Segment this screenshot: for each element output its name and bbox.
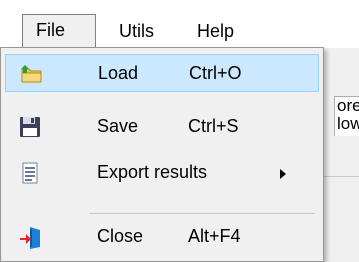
menu-item-export-results-label: Export results bbox=[97, 162, 208, 182]
submenu-arrow-icon bbox=[280, 169, 286, 179]
menu-help[interactable]: Help bbox=[188, 16, 243, 50]
menu-file-label: File bbox=[36, 20, 66, 40]
menu-item-save-label: Save bbox=[97, 116, 139, 136]
menu-item-save[interactable]: Save Ctrl+S bbox=[5, 108, 319, 146]
menu-item-load-shortcut: Ctrl+O bbox=[189, 63, 242, 83]
menu-separator bbox=[89, 213, 315, 214]
background-text-field: ore: low bbox=[334, 96, 359, 136]
exit-door-icon bbox=[19, 226, 41, 249]
menu-item-export-results[interactable]: Export results bbox=[5, 154, 319, 192]
menu-utils-label: Utils bbox=[119, 21, 154, 41]
menu-bar: File Utils Help bbox=[0, 0, 359, 48]
background-divider bbox=[320, 176, 359, 177]
document-icon bbox=[19, 162, 41, 184]
folder-open-icon bbox=[20, 63, 42, 85]
menu-item-close[interactable]: Close Alt+F4 bbox=[5, 218, 319, 256]
background-text-line2: low bbox=[337, 114, 359, 133]
menu-item-save-shortcut: Ctrl+S bbox=[188, 116, 239, 136]
menu-utils[interactable]: Utils bbox=[110, 16, 163, 50]
menu-help-label: Help bbox=[197, 21, 235, 41]
menu-item-load[interactable]: Load Ctrl+O bbox=[5, 54, 319, 92]
menu-item-load-label: Load bbox=[98, 63, 139, 83]
file-menu-dropdown: Load Ctrl+O Save Ctrl+S Export results C… bbox=[0, 47, 324, 262]
background-text-line1: ore: bbox=[337, 96, 359, 115]
menu-file[interactable]: File bbox=[22, 14, 96, 48]
menu-item-close-label: Close bbox=[97, 226, 144, 246]
floppy-disk-icon bbox=[19, 116, 41, 138]
menu-item-close-shortcut: Alt+F4 bbox=[188, 226, 241, 246]
